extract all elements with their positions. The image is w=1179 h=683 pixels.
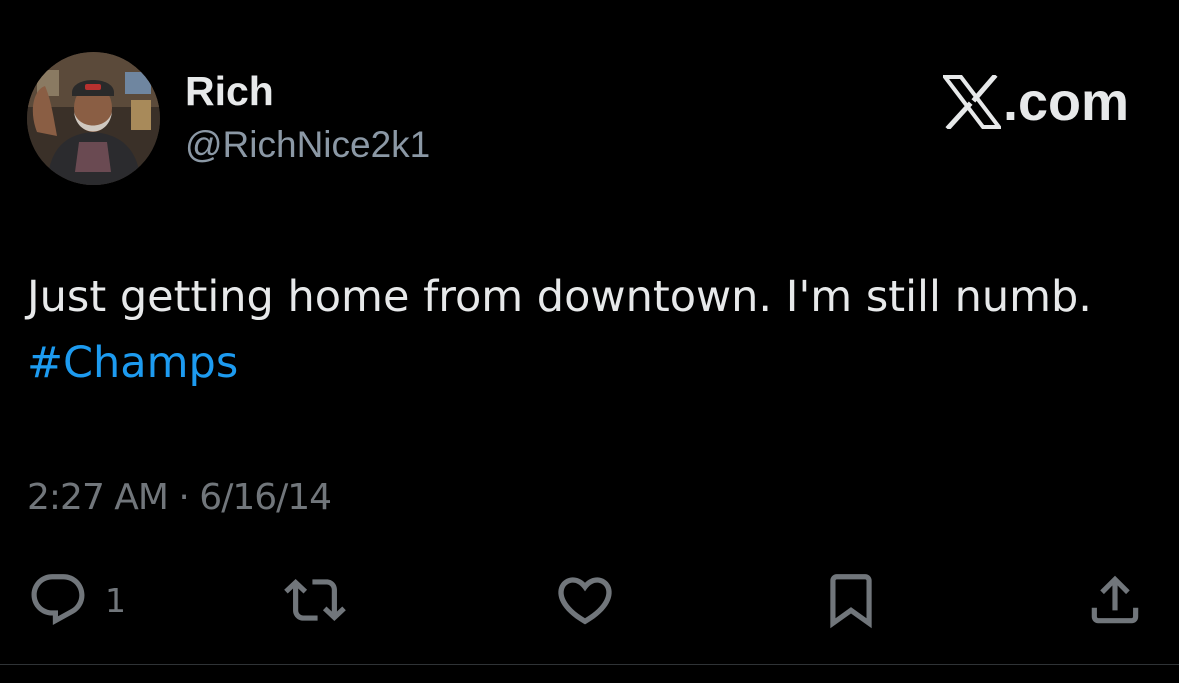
author-name[interactable]: Rich (185, 68, 274, 114)
x-logo-icon (942, 75, 1001, 129)
bookmark-button[interactable] (820, 568, 882, 632)
tweet-card: Rich @RichNice2k1 .com Just getting home… (0, 0, 1179, 683)
heart-icon (558, 577, 612, 625)
like-button[interactable] (553, 568, 617, 632)
reply-icon (31, 574, 85, 626)
avatar[interactable] (27, 52, 160, 185)
brand-label: .com (1002, 72, 1129, 132)
reply-button[interactable]: 1 (27, 568, 126, 632)
bookmark-icon (830, 574, 872, 629)
author-handle[interactable]: @RichNice2k1 (185, 124, 430, 166)
hashtag-link[interactable]: #Champs (27, 330, 1167, 396)
tweet-timestamp[interactable]: 2:27 AM · 6/16/14 (27, 476, 332, 520)
share-button[interactable] (1084, 568, 1146, 632)
tweet-text: Just getting home from downtown. I'm sti… (27, 264, 1167, 396)
profile-photo (27, 52, 160, 185)
tweet-text-line: Just getting home from downtown. I'm sti… (27, 272, 1092, 322)
x-brand-watermark: .com (942, 72, 1129, 132)
retweet-icon (284, 579, 346, 621)
action-bar: 1 (0, 568, 1179, 632)
retweet-button[interactable] (284, 568, 346, 632)
reply-count: 1 (105, 580, 126, 620)
bottom-divider (0, 664, 1179, 665)
share-icon (1091, 575, 1139, 624)
